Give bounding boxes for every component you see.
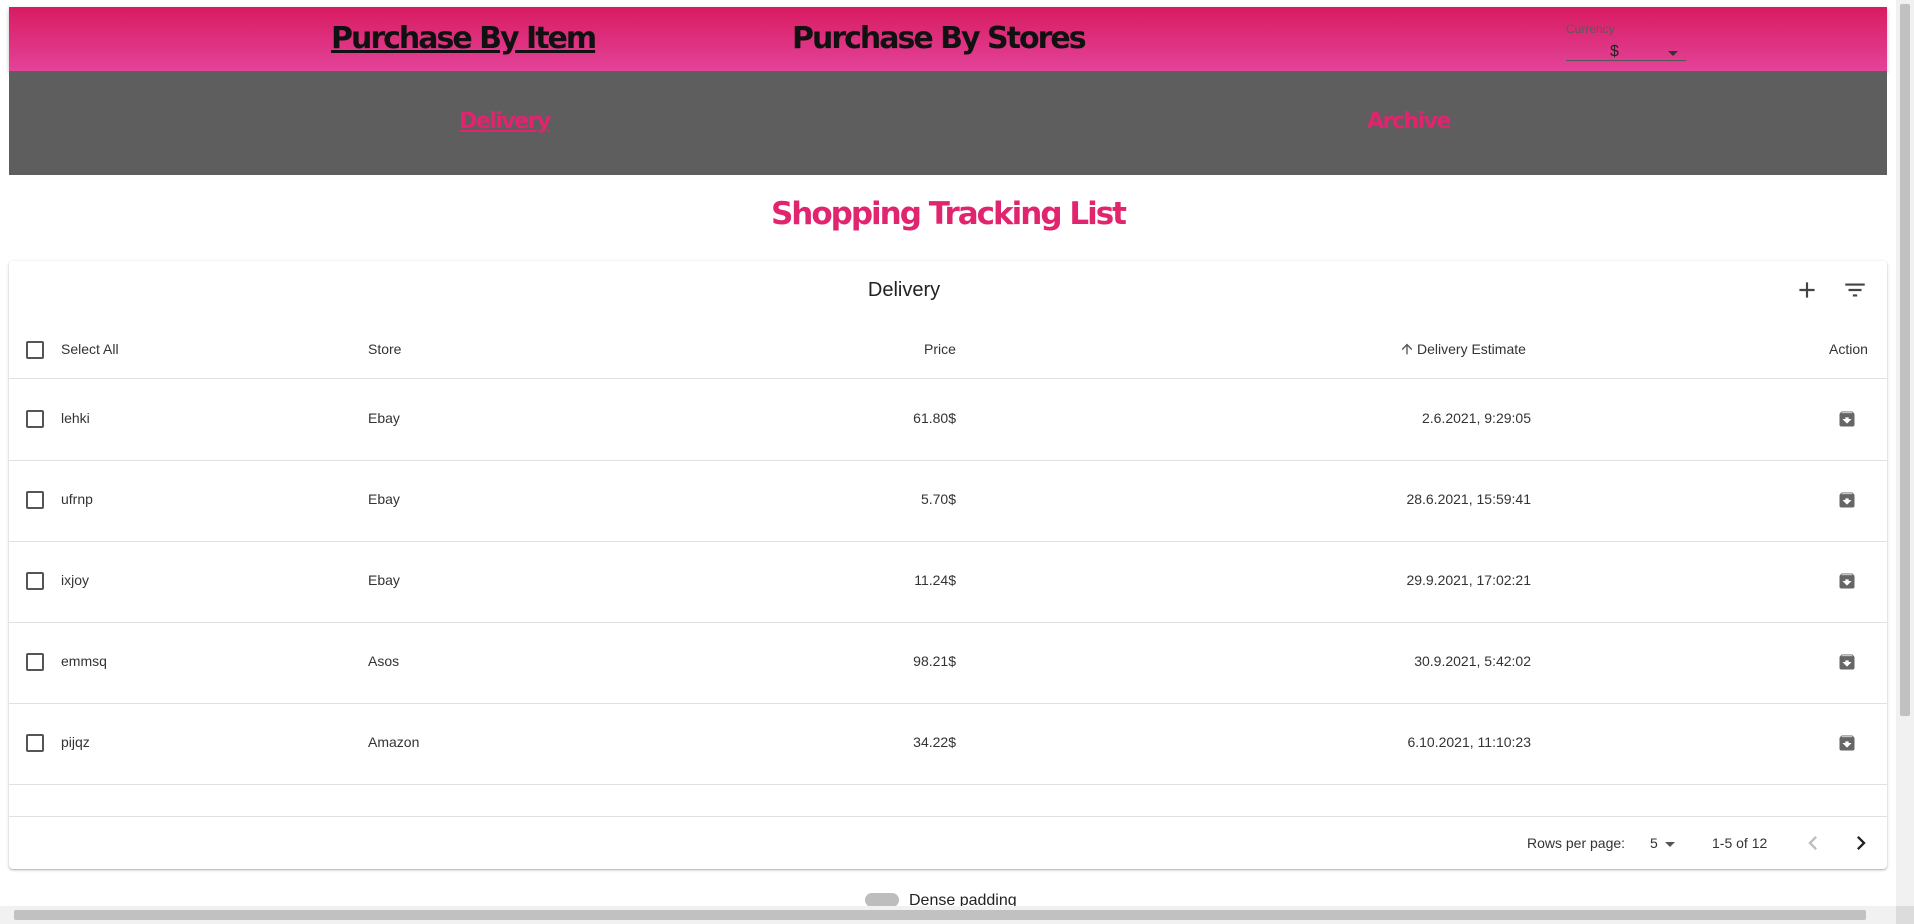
price-cell: 11.24$ — [914, 572, 956, 588]
row-checkbox[interactable] — [26, 572, 44, 590]
currency-select[interactable]: Currency $ — [1566, 15, 1686, 61]
price-cell: 5.70$ — [920, 491, 956, 507]
page-title: Shopping Tracking List — [770, 196, 1127, 232]
nav-purchase-by-item[interactable]: Purchase By Item — [331, 21, 597, 56]
delivery-cell: 6.10.2021, 11:10:23 — [1407, 734, 1531, 750]
dense-padding-toggle[interactable]: Dense padding — [865, 892, 1017, 906]
table-row[interactable]: ufrnp Ebay 5.70$ 28.6.2021, 15:59:41 — [9, 460, 1887, 542]
item-name: ufrnp — [61, 491, 93, 507]
row-checkbox[interactable] — [26, 653, 44, 671]
scrollbar-thumb[interactable] — [14, 910, 1866, 920]
header-select-all: Select All — [61, 341, 119, 357]
header-store[interactable]: Store — [368, 341, 401, 357]
currency-label: Currency — [1566, 22, 1615, 36]
row-checkbox[interactable] — [26, 491, 44, 509]
price-cell: 61.80$ — [913, 410, 956, 426]
table-row[interactable]: emmsq Asos 98.21$ 30.9.2021, 5:42:02 — [9, 622, 1887, 704]
rows-per-page-label: Rows per page: — [1527, 835, 1626, 851]
item-name: lehki — [61, 410, 90, 426]
rows-per-page-value: 5 — [1650, 835, 1658, 851]
header-price[interactable]: Price — [924, 341, 956, 357]
price-cell: 34.22$ — [913, 734, 956, 750]
app-window: Purchase By Item Purchase By Stores Curr… — [0, 0, 1896, 906]
currency-value: $ — [1610, 43, 1619, 60]
select-all-checkbox[interactable] — [26, 341, 44, 359]
archive-icon[interactable] — [1837, 409, 1857, 429]
table-pagination: Rows per page: 5 1-5 of 12 — [9, 817, 1887, 869]
pagination-range: 1-5 of 12 — [1712, 835, 1768, 851]
vertical-scrollbar[interactable] — [1896, 0, 1914, 906]
dense-padding-label: Dense padding — [909, 892, 1017, 906]
item-name: emmsq — [61, 653, 107, 669]
table-row[interactable]: pijqz Amazon 34.22$ 6.10.2021, 11:10:23 — [9, 703, 1887, 785]
item-name: pijqz — [61, 734, 90, 750]
store-cell: Ebay — [368, 410, 400, 426]
archive-icon[interactable] — [1837, 490, 1857, 510]
delivery-cell: 29.9.2021, 17:02:21 — [1406, 572, 1531, 588]
previous-page-icon[interactable] — [1799, 829, 1827, 857]
table-row[interactable]: lehki Ebay 61.80$ 2.6.2021, 9:29:05 — [9, 379, 1887, 461]
tab-delivery[interactable]: Delivery — [459, 109, 551, 134]
horizontal-scrollbar[interactable] — [0, 906, 1896, 924]
tab-bar: Delivery Archive — [9, 71, 1887, 175]
delivery-cell: 2.6.2021, 9:29:05 — [1422, 410, 1531, 426]
tab-archive[interactable]: Archive — [1367, 109, 1451, 134]
row-checkbox[interactable] — [26, 410, 44, 428]
store-cell: Ebay — [368, 572, 400, 588]
store-cell: Asos — [368, 653, 400, 669]
tracking-table: Delivery Select All Store Price Delivery… — [9, 261, 1887, 869]
price-cell: 98.21$ — [913, 653, 956, 669]
arrow-up-icon — [1401, 343, 1413, 355]
delivery-cell: 28.6.2021, 15:59:41 — [1406, 491, 1531, 507]
nav-purchase-by-stores[interactable]: Purchase By Stores — [792, 21, 1087, 56]
scrollbar-thumb[interactable] — [1900, 4, 1910, 716]
table-title: Delivery — [867, 279, 941, 301]
top-app-bar: Purchase By Item Purchase By Stores Curr… — [9, 7, 1887, 71]
add-icon[interactable] — [1794, 277, 1820, 303]
filter-list-icon[interactable] — [1842, 277, 1868, 303]
store-cell: Amazon — [368, 734, 420, 750]
chevron-down-icon — [1668, 51, 1678, 56]
header-delivery-estimate[interactable]: Delivery Estimate — [1399, 341, 1526, 357]
archive-icon[interactable] — [1837, 733, 1857, 753]
chevron-down-icon — [1665, 842, 1675, 847]
next-page-icon[interactable] — [1847, 829, 1875, 857]
item-name: ixjoy — [61, 572, 90, 588]
store-cell: Ebay — [368, 491, 400, 507]
delivery-cell: 30.9.2021, 5:42:02 — [1414, 653, 1531, 669]
archive-icon[interactable] — [1837, 652, 1857, 672]
row-checkbox[interactable] — [26, 734, 44, 752]
header-action: Action — [1829, 341, 1868, 357]
archive-icon[interactable] — [1837, 571, 1857, 591]
table-row[interactable]: ixjoy Ebay 11.24$ 29.9.2021, 17:02:21 — [9, 541, 1887, 623]
toggle-switch[interactable] — [865, 893, 899, 906]
